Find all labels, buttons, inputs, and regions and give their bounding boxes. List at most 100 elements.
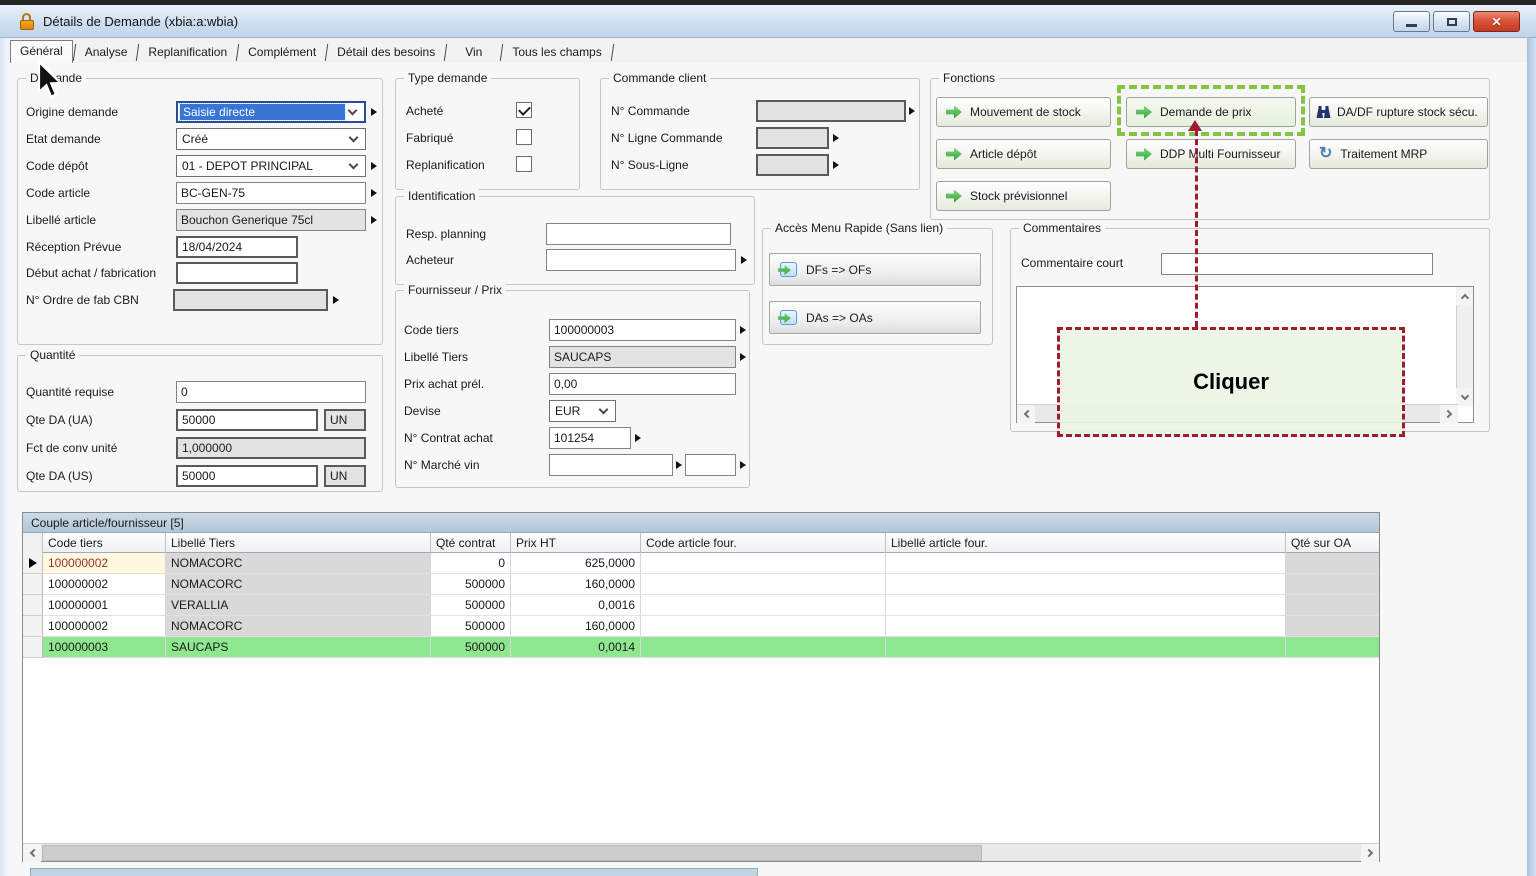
scroll-down-button[interactable] (1456, 388, 1473, 406)
tab-complement[interactable]: Complément (239, 42, 325, 63)
qte-da-ua-field[interactable]: 50000 (176, 409, 318, 431)
row-selector[interactable] (23, 637, 43, 658)
comment-vscrollbar[interactable] (1456, 287, 1473, 406)
cell-qte-sur-oa[interactable] (1286, 574, 1379, 595)
header-libelle-article-four[interactable]: Libellé article four. (886, 533, 1286, 553)
da-df-rupture-button[interactable]: DA/DF rupture stock sécu. (1309, 97, 1488, 127)
cell-prix-ht[interactable]: 625,0000 (511, 553, 641, 574)
das-oas-button[interactable]: DAs => OAs (769, 301, 981, 334)
cell-qte-contrat[interactable]: 500000 (431, 616, 511, 637)
prix-achat-field[interactable]: 0,00 (549, 373, 736, 395)
cell-code-tiers[interactable]: 100000002 (43, 574, 166, 595)
commentaire-court-field[interactable] (1161, 253, 1433, 275)
header-code-article-four[interactable]: Code article four. (641, 533, 886, 553)
code-article-field[interactable]: BC-GEN-75 (176, 182, 366, 204)
table-row[interactable]: 100000002 NOMACORC 500000 160,0000 (23, 616, 1379, 637)
origine-demande-combo[interactable]: Saisie directe (176, 101, 366, 123)
expand-arrow[interactable] (371, 108, 377, 116)
marche-vin-field-2[interactable] (685, 454, 736, 476)
replanification-checkbox[interactable] (516, 156, 532, 172)
cell-code-article-four[interactable] (641, 616, 886, 637)
expand-arrow[interactable] (833, 161, 839, 169)
scrollbar-thumb[interactable] (42, 845, 982, 861)
cell-code-tiers[interactable]: 100000003 (43, 637, 166, 658)
resp-planning-field[interactable] (546, 223, 731, 245)
mouvement-de-stock-button[interactable]: Mouvement de stock (936, 97, 1111, 127)
scroll-right-button[interactable] (1361, 844, 1379, 862)
cell-qte-sur-oa[interactable] (1286, 595, 1379, 616)
cell-qte-contrat[interactable]: 500000 (431, 637, 511, 658)
cell-code-tiers[interactable]: 100000002 (43, 553, 166, 574)
devise-combo[interactable]: EUR (549, 400, 616, 422)
ddp-multi-fournisseur-button[interactable]: DDP Multi Fournisseur (1126, 139, 1296, 169)
cell-code-article-four[interactable] (641, 574, 886, 595)
marche-vin-field-1[interactable] (549, 454, 673, 476)
tab-vin[interactable]: Vin (447, 42, 500, 63)
table-row[interactable]: 100000002 NOMACORC 500000 160,0000 (23, 574, 1379, 595)
cell-qte-sur-oa[interactable] (1286, 616, 1379, 637)
header-code-tiers[interactable]: Code tiers (43, 533, 166, 553)
reception-prevue-field[interactable]: 18/04/2024 (176, 236, 298, 258)
expand-arrow[interactable] (371, 189, 377, 197)
cell-qte-contrat[interactable]: 500000 (431, 595, 511, 616)
cell-libelle-tiers[interactable]: NOMACORC (166, 574, 431, 595)
qte-da-us-field[interactable]: 50000 (176, 465, 318, 487)
stock-previsionnel-button[interactable]: Stock prévisionnel (936, 181, 1111, 211)
etat-demande-combo[interactable]: Créé (176, 128, 366, 150)
table-row[interactable]: 100000001 VERALLIA 500000 0,0016 (23, 595, 1379, 616)
row-selector[interactable] (23, 553, 43, 574)
contrat-achat-field[interactable]: 101254 (549, 427, 631, 449)
row-selector[interactable] (23, 595, 43, 616)
expand-arrow[interactable] (371, 216, 377, 224)
quantite-requise-field[interactable]: 0 (176, 381, 366, 403)
scroll-left-button[interactable] (1017, 405, 1035, 423)
cell-prix-ht[interactable]: 0,0014 (511, 637, 641, 658)
cell-code-tiers[interactable]: 100000001 (43, 595, 166, 616)
cell-code-article-four[interactable] (641, 595, 886, 616)
cell-libelle-article-four[interactable] (886, 616, 1286, 637)
expand-arrow[interactable] (740, 326, 746, 334)
cell-libelle-article-four[interactable] (886, 595, 1286, 616)
cell-prix-ht[interactable]: 0,0016 (511, 595, 641, 616)
expand-arrow[interactable] (741, 256, 747, 264)
expand-arrow[interactable] (635, 434, 641, 442)
tab-analyse[interactable]: Analyse (76, 42, 137, 63)
expand-arrow[interactable] (909, 107, 915, 115)
table-row-highlighted[interactable]: 100000003 SAUCAPS 500000 0,0014 (23, 637, 1379, 658)
cell-libelle-tiers[interactable]: NOMACORC (166, 616, 431, 637)
cell-libelle-article-four[interactable] (886, 553, 1286, 574)
cell-qte-contrat[interactable]: 0 (431, 553, 511, 574)
expand-arrow[interactable] (740, 461, 746, 469)
title-bar[interactable]: Détails de Demande (xbia:a:wbia) (0, 5, 1536, 38)
achete-checkbox[interactable] (516, 102, 532, 118)
minimize-button[interactable] (1393, 11, 1430, 32)
cell-code-tiers[interactable]: 100000002 (43, 616, 166, 637)
row-selector[interactable] (23, 616, 43, 637)
expand-arrow[interactable] (371, 162, 377, 170)
header-qte-contrat[interactable]: Qté contrat (431, 533, 511, 553)
cell-qte-contrat[interactable]: 500000 (431, 574, 511, 595)
tab-replanification[interactable]: Replanification (139, 42, 236, 63)
header-qte-sur-oa[interactable]: Qté sur OA (1286, 533, 1379, 553)
expand-arrow[interactable] (676, 461, 682, 469)
cell-code-article-four[interactable] (641, 637, 886, 658)
tab-tous-les-champs[interactable]: Tous les champs (503, 42, 610, 63)
article-depot-button[interactable]: Article dépôt (936, 139, 1111, 169)
cell-prix-ht[interactable]: 160,0000 (511, 616, 641, 637)
header-prix-ht[interactable]: Prix HT (511, 533, 641, 553)
traitement-mrp-button[interactable]: ↻ Traitement MRP (1309, 139, 1488, 169)
cell-libelle-article-four[interactable] (886, 637, 1286, 658)
cell-prix-ht[interactable]: 160,0000 (511, 574, 641, 595)
header-libelle-tiers[interactable]: Libellé Tiers (166, 533, 431, 553)
maximize-button[interactable] (1433, 11, 1470, 32)
code-tiers-field[interactable]: 100000003 (549, 319, 736, 341)
cell-libelle-article-four[interactable] (886, 574, 1286, 595)
table-row[interactable]: 100000002 NOMACORC 0 625,0000 (23, 553, 1379, 574)
cell-qte-sur-oa[interactable] (1286, 553, 1379, 574)
code-depot-combo[interactable]: 01 - DEPOT PRINCIPAL (176, 155, 366, 177)
fabrique-checkbox[interactable] (516, 129, 532, 145)
table-hscrollbar[interactable] (23, 843, 1379, 861)
cell-libelle-tiers[interactable]: VERALLIA (166, 595, 431, 616)
acheteur-field[interactable] (546, 249, 736, 271)
scroll-left-button[interactable] (23, 844, 41, 862)
